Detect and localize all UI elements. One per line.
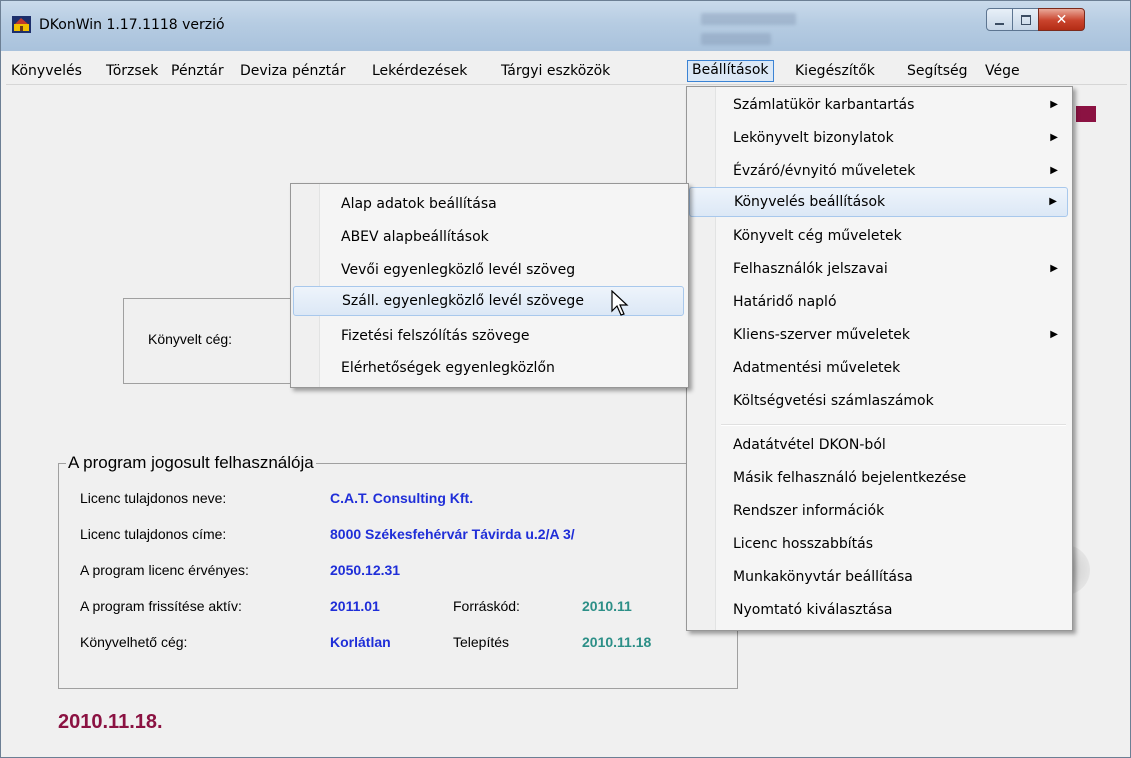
menu-item-label: Alap adatok beállítása: [341, 196, 497, 212]
submenu-item-elerhetosegek[interactable]: Elérhetőségek egyenlegközlőn: [293, 353, 684, 383]
menu-targyi-eszkozok[interactable]: Tárgyi eszközök: [497, 61, 614, 81]
menu-item-label: Kliens-szerver műveletek: [733, 327, 911, 343]
submenu-item-fizetesi[interactable]: Fizetési felszólítás szövege: [293, 321, 684, 351]
menu-item-munkakonyvtar[interactable]: Munkakönyvtár beállítása: [689, 562, 1068, 592]
menu-item-jelszavak[interactable]: Felhasználók jelszavai ▶: [689, 254, 1068, 284]
license-title: A program jogosult felhasználója: [66, 453, 316, 473]
license-valid-label: A program licenc érvényes:: [80, 562, 249, 578]
menu-item-label: Lekönyvelt bizonylatok: [733, 130, 894, 146]
menu-item-kliens-szerver[interactable]: Kliens-szerver műveletek ▶: [689, 320, 1068, 350]
menu-item-label: Könyvelt cég műveletek: [733, 228, 902, 244]
maximize-button[interactable]: [1012, 8, 1039, 31]
update-value: 2011.01: [330, 598, 380, 614]
menu-item-label: Adatátvétel DKON-ból: [733, 437, 886, 453]
submenu-item-vevoi[interactable]: Vevői egyenlegközlő levél szöveg: [293, 255, 684, 285]
menu-item-label: Száll. egyenlegközlő levél szövege: [342, 293, 584, 309]
mouse-cursor-icon: [611, 290, 629, 316]
menu-lekerdezesek[interactable]: Lekérdezések: [368, 61, 471, 81]
accent-block: [1076, 106, 1096, 122]
current-date: 2010.11.18.: [58, 711, 163, 733]
submenu-arrow-icon: ▶: [1050, 165, 1058, 176]
beallitasok-menu: Számlatükör karbantartás ▶ Lekönyvelt biz…: [686, 86, 1073, 631]
menu-konyveles[interactable]: Könyvelés: [7, 61, 86, 81]
submenu-arrow-icon: ▶: [1049, 196, 1057, 207]
install-label: Telepítés: [453, 634, 510, 650]
menu-item-adatmentes[interactable]: Adatmentési műveletek: [689, 353, 1068, 383]
source-value: 2010.11: [582, 598, 632, 614]
menu-item-masik-felhasznalo[interactable]: Másik felhasználó bejelentkezése: [689, 463, 1068, 493]
menu-item-label: Adatmentési műveletek: [733, 360, 901, 376]
menu-item-label: Elérhetőségek egyenlegközlőn: [341, 360, 555, 376]
owner-address-label: Licenc tulajdonos címe:: [80, 526, 227, 542]
menu-item-lekonyvelt[interactable]: Lekönyvelt bizonylatok ▶: [689, 123, 1068, 153]
close-icon: ✕: [1055, 11, 1068, 28]
menu-penztar[interactable]: Pénztár: [167, 61, 228, 81]
menu-item-szamlatukor[interactable]: Számlatükör karbantartás ▶: [689, 90, 1068, 120]
submenu-arrow-icon: ▶: [1050, 99, 1058, 110]
menu-item-hatarido[interactable]: Határidő napló: [689, 287, 1068, 317]
menu-item-label: Rendszer információk: [733, 503, 885, 519]
background-blur: [701, 13, 796, 25]
menu-item-label: ABEV alapbeállítások: [341, 229, 489, 245]
menu-item-licenc[interactable]: Licenc hosszabbítás: [689, 529, 1068, 559]
menu-item-evzaro[interactable]: Évzáró/évnyitó műveletek ▶: [689, 156, 1068, 186]
menu-item-label: Számlatükör karbantartás: [733, 97, 915, 113]
menu-vege[interactable]: Vége: [981, 61, 1024, 81]
menu-item-label: Felhasználók jelszavai: [733, 261, 888, 277]
maximize-icon: [1020, 14, 1031, 25]
submenu-arrow-icon: ▶: [1050, 263, 1058, 274]
konyveles-submenu: Alap adatok beállítása ABEV alapbeállítá…: [290, 183, 689, 388]
minimize-button[interactable]: [986, 8, 1013, 31]
menu-item-label: Költségvetési számlaszámok: [733, 393, 934, 409]
submenu-arrow-icon: ▶: [1050, 329, 1058, 340]
menu-item-label: Könyvelés beállítások: [734, 194, 886, 210]
owner-name-value: C.A.T. Consulting Kft.: [330, 490, 474, 506]
menu-item-label: Határidő napló: [733, 294, 837, 310]
menu-separator: [721, 424, 1066, 426]
submenu-item-alap-adatok[interactable]: Alap adatok beállítása: [293, 189, 684, 219]
title-bar[interactable]: DKonWin 1.17.1118 verzió ✕: [1, 1, 1130, 51]
menu-beallitasok[interactable]: Beállítások: [687, 60, 774, 82]
update-label: A program frissítése aktív:: [80, 598, 242, 614]
menu-item-konyveles-beallitasok[interactable]: Könyvelés beállítások ▶: [689, 187, 1068, 217]
menu-kiegeszitok[interactable]: Kiegészítők: [791, 61, 879, 81]
menu-item-label: Nyomtató kiválasztása: [733, 602, 893, 618]
menu-segitseg[interactable]: Segítség: [903, 61, 972, 81]
owner-name-label: Licenc tulajdonos neve:: [80, 490, 227, 506]
menu-deviza-penztar[interactable]: Deviza pénztár: [236, 61, 350, 81]
menu-item-rendszer-info[interactable]: Rendszer információk: [689, 496, 1068, 526]
menu-item-koltsegvetesi[interactable]: Költségvetési számlaszámok: [689, 386, 1068, 416]
company-label: Könyvelt cég:: [148, 331, 233, 347]
owner-address-value: 8000 Székesfehérvár Távirda u.2/A 3/: [330, 526, 575, 542]
menu-torzsek[interactable]: Törzsek: [102, 61, 162, 81]
close-button[interactable]: ✕: [1038, 8, 1085, 31]
menu-item-label: Fizetési felszólítás szövege: [341, 328, 530, 344]
menu-item-label: Másik felhasználó bejelentkezése: [733, 470, 967, 486]
menu-item-label: Évzáró/évnyitó műveletek: [733, 163, 916, 179]
menu-item-label: Licenc hosszabbítás: [733, 536, 873, 552]
app-icon: [12, 16, 31, 33]
source-label: Forráskód:: [453, 598, 520, 614]
company-count-label: Könyvelhető cég:: [80, 634, 188, 650]
company-count-value: Korlátlan: [330, 634, 391, 650]
background-blur: [701, 33, 771, 45]
submenu-arrow-icon: ▶: [1050, 132, 1058, 143]
menu-item-konyvelt-ceg[interactable]: Könyvelt cég műveletek: [689, 221, 1068, 251]
menu-item-label: Vevői egyenlegközlő levél szöveg: [341, 262, 576, 278]
install-value: 2010.11.18: [582, 634, 652, 650]
license-valid-value: 2050.12.31: [330, 562, 401, 578]
window-title: DKonWin 1.17.1118 verzió: [39, 17, 225, 33]
menu-item-label: Munkakönyvtár beállítása: [733, 569, 913, 585]
menu-item-nyomtato[interactable]: Nyomtató kiválasztása: [689, 595, 1068, 625]
submenu-item-abev[interactable]: ABEV alapbeállítások: [293, 222, 684, 252]
menu-bar: Könyvelés Törzsek Pénztár Deviza pénztár…: [6, 58, 1127, 85]
menu-item-adatatvetel[interactable]: Adatátvétel DKON-ból: [689, 430, 1068, 460]
minimize-icon: [995, 22, 1004, 25]
